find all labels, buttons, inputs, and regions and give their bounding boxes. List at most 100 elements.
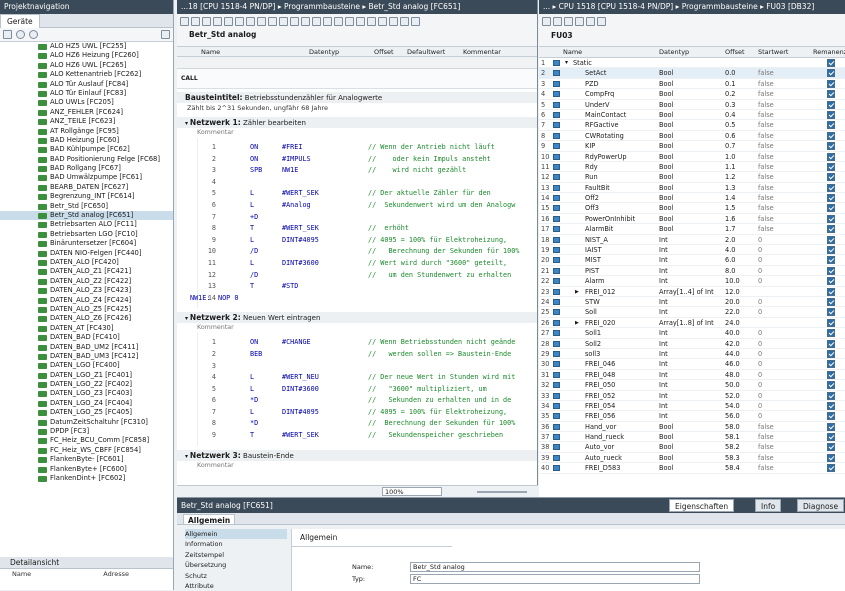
db-row[interactable]: 13 FaultBit Bool 1.3 false [539, 183, 845, 194]
toolbar-btn-17-icon[interactable] [356, 17, 365, 26]
retain-checkbox[interactable] [827, 90, 835, 99]
tag-type[interactable]: Bool [659, 214, 673, 224]
back-icon[interactable] [16, 30, 26, 39]
tree-item[interactable]: DATEN_LGO_Z2 [FC402] [0, 380, 173, 389]
retain-checkbox[interactable] [827, 297, 835, 306]
db-row[interactable]: 5 UnderV Bool 0.3 false [539, 100, 845, 110]
code-line[interactable]: 3 SPB NW1E // wird nicht gezählt [198, 165, 537, 177]
tree-item[interactable]: DATEN_LGO [FC400] [0, 361, 173, 370]
tag-start[interactable]: false [758, 183, 774, 193]
toolbar-btn-7-icon[interactable] [246, 17, 255, 26]
inspector-nav-item[interactable]: Information [185, 539, 287, 549]
tree-item[interactable]: ALO Kettenantrieb [FC262] [0, 70, 173, 79]
retain-checkbox[interactable] [827, 443, 835, 452]
tag-type[interactable]: Bool [659, 141, 673, 151]
tag-name[interactable]: MIST [585, 255, 601, 265]
expand-icon[interactable]: ▶ [575, 287, 579, 297]
db-row[interactable]: 16 PowerOnInhibit Bool 1.6 false [539, 214, 845, 225]
db-tool-2-icon[interactable] [553, 17, 562, 26]
tag-type[interactable]: Int [659, 380, 668, 390]
tag-type[interactable]: Int [659, 411, 668, 421]
tag-start[interactable]: 0 [758, 359, 762, 369]
tag-type[interactable]: Int [659, 266, 668, 276]
db-row[interactable]: 37 Hand_rueck Bool 58.1 false [539, 432, 845, 443]
tag-name[interactable]: NIST_A [585, 235, 608, 245]
tag-type[interactable]: Bool [659, 120, 673, 130]
tree-item[interactable]: Begrenzung_INT [FC614] [0, 192, 173, 201]
retain-checkbox[interactable] [827, 162, 835, 171]
tag-start[interactable]: 0 [758, 391, 762, 401]
tag-name[interactable]: FREI_046 [585, 359, 615, 369]
code-line[interactable]: 5 L DINT#3600 // "3600" multipliziert, um [198, 384, 537, 396]
zoom-slider[interactable] [477, 491, 527, 493]
tree-item[interactable]: Betriebsarten LGO [FC10] [0, 230, 173, 239]
db-row[interactable]: 38 Auto_vor Bool 58.2 false [539, 442, 845, 453]
retain-checkbox[interactable] [827, 173, 835, 182]
tag-start[interactable]: 0 [758, 307, 762, 317]
db-row[interactable]: 20 MIST Int 6.0 0 [539, 255, 845, 266]
tag-type[interactable]: Int [659, 359, 668, 369]
retain-checkbox[interactable] [827, 381, 835, 390]
db-row[interactable]: 32 FREI_050 Int 50.0 0 [539, 380, 845, 391]
tag-name[interactable]: FREI_D583 [585, 463, 620, 473]
tree-item[interactable]: DATEN_LGO_Z4 [FC404] [0, 399, 173, 408]
code-line[interactable]: 6 L #Analog // Sekundenwert wird um den Ana… [198, 200, 537, 212]
tag-type[interactable]: Bool [659, 68, 673, 78]
retain-checkbox[interactable] [827, 214, 835, 223]
toolbar-btn-12-icon[interactable] [301, 17, 310, 26]
property-value[interactable]: Betr_Std analog [410, 562, 700, 572]
retain-checkbox[interactable] [827, 225, 835, 234]
db-row[interactable]: 11 Rdy Bool 1.1 false [539, 162, 845, 173]
db-row[interactable]: 21 PIST Int 8.0 0 [539, 266, 845, 277]
retain-checkbox[interactable] [827, 412, 835, 421]
tag-name[interactable]: FREI_050 [585, 380, 615, 390]
db-row[interactable]: 14 Off2 Bool 1.4 false [539, 193, 845, 204]
retain-checkbox[interactable] [827, 183, 835, 192]
code-line[interactable]: 1 ON #CHANGE // Wenn Betriebsstunden nicht … [198, 337, 537, 349]
db-row[interactable]: 25 Soll Int 22.0 0 [539, 307, 845, 318]
db-row[interactable]: 29 soll3 Int 44.0 0 [539, 349, 845, 360]
code-line[interactable]: 2 BEB // werden sollen => Baustein-Ende [198, 349, 537, 361]
tag-name[interactable]: Off3 [585, 203, 599, 213]
tag-name[interactable]: Auto_rueck [585, 453, 622, 463]
stl-code[interactable]: 1 ON #FREI // Wenn der Antrieb nicht läuft 2… [190, 138, 537, 309]
retain-checkbox[interactable] [827, 152, 835, 161]
toolbar-btn-5-icon[interactable] [224, 17, 233, 26]
tree-item[interactable]: ANZ_TEILE [FC623] [0, 117, 173, 126]
call-label[interactable]: CALL [181, 75, 198, 82]
tree-item[interactable]: DATEN NIO-Felgen [FC440] [0, 249, 173, 258]
block-title[interactable]: Betriebsstundenzähler für Analogwerte [245, 94, 382, 102]
stl-code[interactable]: 1 ON #CHANGE // Wenn Betriebsstunden nicht … [197, 333, 537, 446]
network-header[interactable]: ▾ Netzwerk 3: Baustein-Ende [177, 449, 537, 461]
tag-type[interactable]: Bool [659, 162, 673, 172]
tag-type[interactable]: Int [659, 255, 668, 265]
toolbar-btn-10-icon[interactable] [279, 17, 288, 26]
forward-icon[interactable] [29, 30, 39, 39]
tree-item[interactable]: FlankenByte- [FC601] [0, 455, 173, 464]
db-row[interactable]: 4 CompFrq Bool 0.2 false [539, 89, 845, 100]
db-row[interactable]: 36 Hand_vor Bool 58.0 false [539, 422, 845, 433]
tag-type[interactable]: Bool [659, 79, 673, 89]
db-tool-5-icon[interactable] [586, 17, 595, 26]
tag-name[interactable]: Soll2 [585, 339, 601, 349]
tag-name[interactable]: FREI_052 [585, 391, 615, 401]
retain-checkbox[interactable] [827, 204, 835, 213]
tag-type[interactable]: Int [659, 349, 668, 359]
tag-type[interactable]: Bool [659, 432, 673, 442]
db-row[interactable]: 23 ▶ FREI_012 Array[1..4] of Int 12.0 [539, 287, 845, 297]
tag-name[interactable]: FREI_056 [585, 411, 615, 421]
inspector-nav-item[interactable]: Übersetzung [185, 560, 287, 570]
retain-checkbox[interactable] [827, 121, 835, 130]
code-line[interactable]: 5 L #WERT_SEK // Der aktuelle Zähler für de… [198, 188, 537, 200]
tree-item[interactable]: DATEN_BAD [FC410] [0, 333, 173, 342]
tag-type[interactable]: Bool [659, 442, 673, 452]
tag-name[interactable]: PZD [585, 79, 599, 89]
code-line[interactable]: 6 *D // Sekunden zu erhalten und in de [198, 395, 537, 407]
retain-checkbox[interactable] [827, 246, 835, 255]
tag-name[interactable]: Off2 [585, 193, 599, 203]
db-row[interactable]: 12 Run Bool 1.2 false [539, 172, 845, 183]
toolbar-btn-13-icon[interactable] [312, 17, 321, 26]
tag-type[interactable]: Bool [659, 152, 673, 162]
tag-type[interactable]: Int [659, 370, 668, 380]
db-row[interactable]: 19 IAIST Int 4.0 0 [539, 245, 845, 256]
